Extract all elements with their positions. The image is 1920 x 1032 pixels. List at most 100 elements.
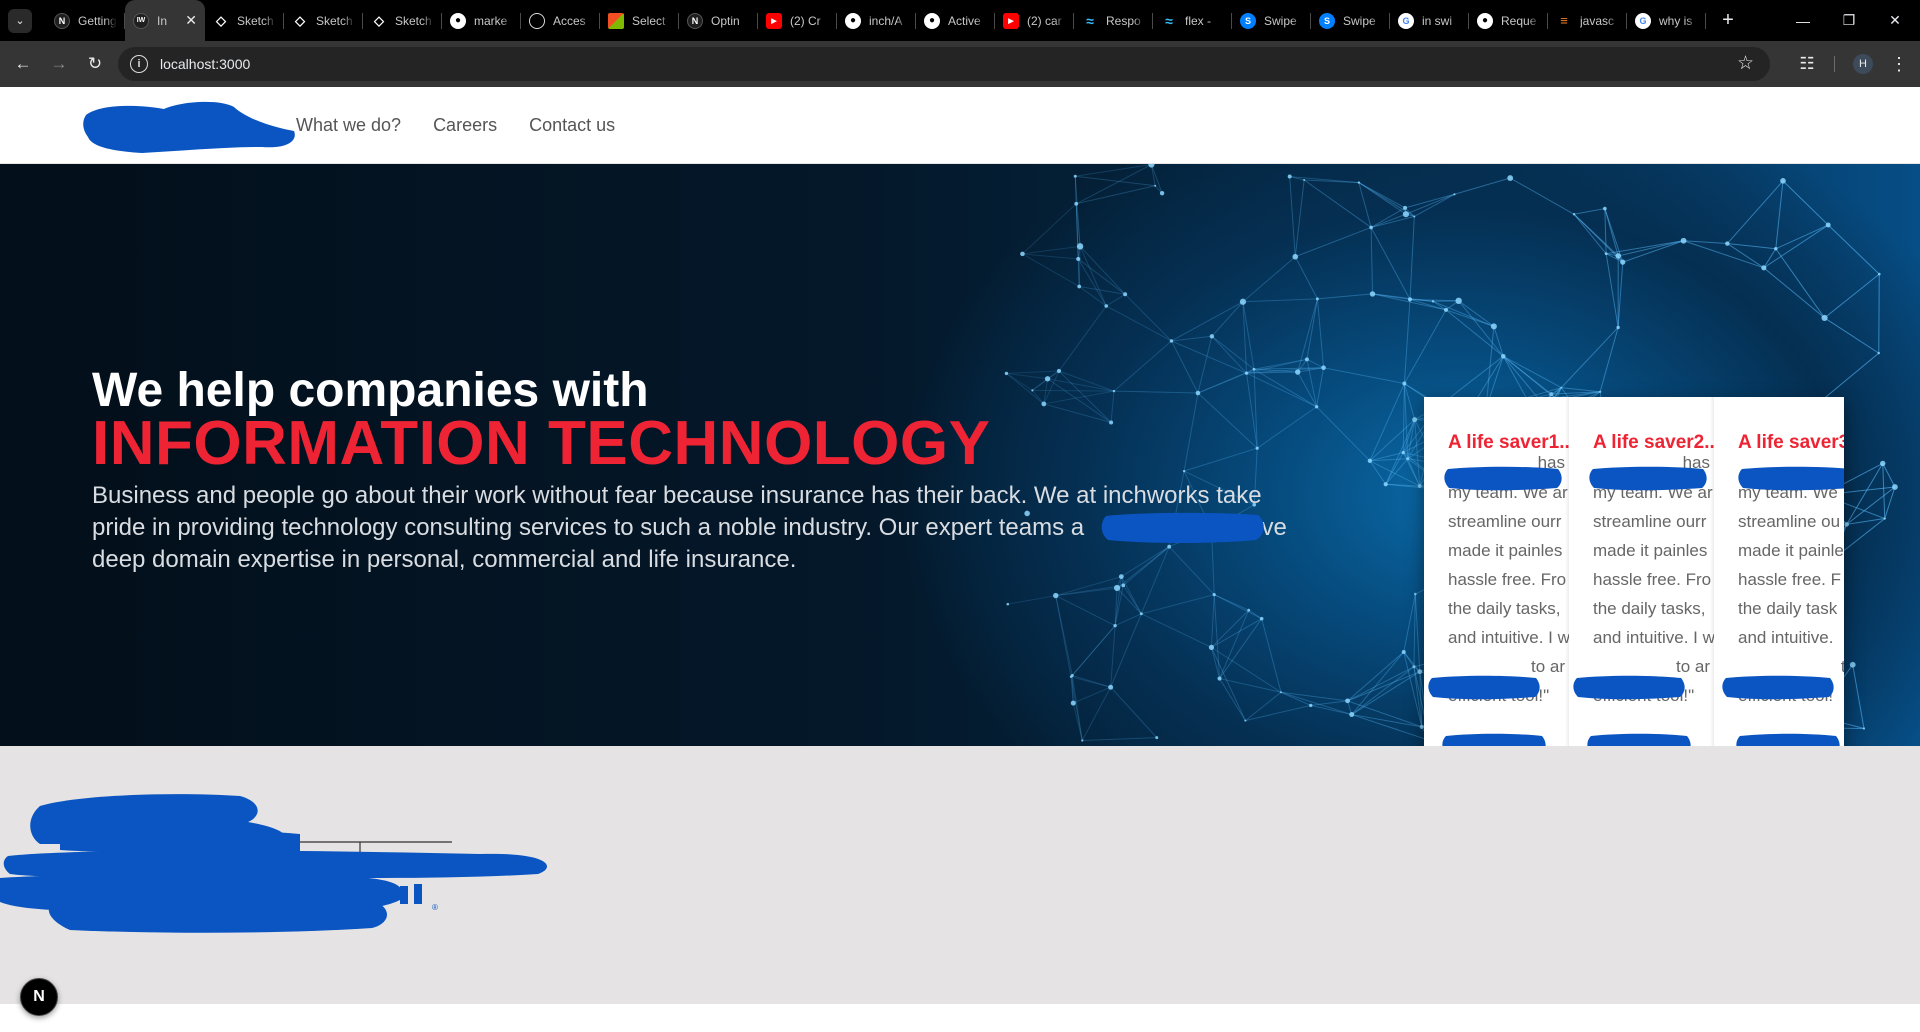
redacted-partner-logo: ® [0,794,548,933]
tab-title: Sketch [237,13,274,28]
grid-icon [608,12,624,29]
gem-icon: ◇ [216,12,226,28]
browser-tab[interactable]: Acces [521,0,600,41]
tab-title: Select [632,13,666,28]
browser-tab[interactable]: ≡ javasc [1548,0,1627,41]
tab-close-icon[interactable]: ✕ [185,12,197,29]
extensions-puzzle-icon[interactable]: ☷ [1792,41,1822,87]
hero-paragraph-line: Business and people go about their work … [92,482,1262,509]
site-info-icon[interactable]: i [130,55,148,73]
nav-link-careers[interactable]: Careers [433,115,497,136]
tab-title: Respo [1106,13,1141,28]
browser-tab[interactable]: Select [600,0,679,41]
browser-tab[interactable]: Gwhy is [1627,0,1706,41]
browser-tab[interactable]: N Getting [46,0,125,41]
testimonial-title: A life saver2... [1593,432,1714,453]
browser-tab[interactable]: Gin swi [1390,0,1469,41]
testimonial-text-line: made it painle [1738,541,1844,560]
browser-tab[interactable]: IW In ✕ [125,0,205,41]
browser-tab[interactable]: ◇ Sketch [363,0,442,41]
browser-toolbar: ← → ↻ i localhost:3000 ☆ ☷ H ⋮ [0,41,1920,87]
tab-title: in swi [1422,13,1453,28]
tab-title: Acces [553,13,586,28]
tab-title: (2) car [1027,13,1062,28]
testimonial-carousel[interactable]: A life saver1... has my team. We ar streaml… [1424,397,1844,746]
wave-icon: ≈ [1165,12,1173,29]
google-icon: G [1635,12,1651,29]
browser-tab[interactable]: ● Active [916,0,995,41]
testimonial-text-line: the daily tasks, [1593,599,1706,618]
main-nav: What we do? Careers Contact us [296,87,615,164]
tab-title: In [157,13,168,28]
browser-tab-strip: ⌄ N Getting IW In ✕ ◇ Sketch ◇ Sketch ◇ Sketch ● mar… [0,0,1920,41]
redaction-mark [1442,733,1546,746]
browser-tab[interactable]: ● Reque [1469,0,1548,41]
tab-title: javasc [1580,13,1615,28]
swiper-icon: S [1240,12,1256,29]
browser-tab[interactable]: ≈ flex - [1153,0,1232,41]
bookmark-star-icon[interactable]: ☆ [1737,52,1754,75]
back-arrow-icon[interactable]: ← [6,47,40,81]
browser-tab[interactable]: ≈ Respo [1074,0,1153,41]
favicon-icon: N [54,12,70,29]
stack-icon: ≡ [1560,13,1568,28]
tab-search-chevron-icon[interactable]: ⌄ [8,8,32,33]
restore-button[interactable]: ❐ [1826,0,1872,41]
hero-heading-line2: INFORMATION TECHNOLOGY [92,409,991,478]
testimonial-text-line: hassle free. Fro [1448,570,1567,589]
testimonial-title: A life saver1... [1448,432,1569,453]
tab-title: Sketch [395,13,432,28]
testimonial-card[interactable]: A life saver3 my team. We streamline ou mad… [1714,397,1844,746]
wave-icon: ≈ [1086,12,1094,29]
browser-tab[interactable]: S Swipe [1311,0,1390,41]
gem-icon: ◇ [374,12,384,28]
testimonial-text-line: made it painles [1593,541,1708,560]
nav-link-what-we-do[interactable]: What we do? [296,115,401,136]
browser-tab[interactable]: ▶ (2) car [995,0,1074,41]
testimonial-text-line: streamline ou [1738,512,1841,531]
reload-icon[interactable]: ↻ [78,47,112,81]
tab-title: flex - [1185,13,1212,28]
tab-title: Optin [711,13,740,28]
youtube-icon: ▶ [766,12,782,29]
github-icon: ● [845,12,861,29]
menu-kebab-icon[interactable]: ⋮ [1884,41,1914,87]
forward-arrow-icon[interactable]: → [42,47,76,81]
browser-tab[interactable]: ▶ (2) Cr [758,0,837,41]
profile-avatar[interactable]: H [1848,41,1878,87]
page-bottom-area [0,1004,1920,1032]
dev-tools-badge[interactable]: N [20,978,58,1016]
browser-tab[interactable]: ● marke [442,0,521,41]
new-tab-button[interactable]: + [1716,9,1740,32]
tab-title: Sketch [316,13,353,28]
hero-paragraph-text: pride in providing technology consulting… [92,514,1085,541]
github-icon: ● [450,12,466,29]
testimonial-text-line: hassle free. Fro [1593,570,1712,589]
address-bar[interactable]: i localhost:3000 ☆ [118,47,1770,81]
redaction-mark [1589,466,1707,491]
testimonial-title: A life saver3 [1738,432,1844,453]
redaction-mark [1444,466,1562,491]
testimonial-text-line: the daily task [1738,599,1838,618]
close-window-button[interactable]: ✕ [1872,0,1918,41]
redacted-logo[interactable] [82,97,297,153]
minimize-button[interactable]: — [1780,0,1826,41]
redaction-mark [1738,466,1844,491]
nav-link-contact-us[interactable]: Contact us [529,115,615,136]
testimonial-text-line: streamline ourr [1448,512,1562,531]
svg-text:®: ® [432,903,438,912]
testimonial-text-line: streamline ourr [1593,512,1707,531]
browser-tab[interactable]: ◇ Sketch [284,0,363,41]
tab-title: Getting [78,13,117,28]
globe-icon [529,12,545,29]
testimonial-card[interactable]: A life saver1... has my team. We ar streaml… [1424,397,1569,746]
testimonial-text-line: to [1840,657,1844,676]
tab-list: N Getting IW In ✕ ◇ Sketch ◇ Sketch ◇ Sketch ● marke… [46,0,1706,41]
testimonial-card[interactable]: A life saver2... has my team. We ar streaml… [1569,397,1714,746]
tab-title: Swipe [1264,13,1297,28]
browser-tab[interactable]: N Optin [679,0,758,41]
browser-tab[interactable]: ◇ Sketch [205,0,284,41]
browser-tab[interactable]: ● inch/A [837,0,916,41]
browser-tab[interactable]: S Swipe [1232,0,1311,41]
address-url[interactable]: localhost:3000 [160,56,250,72]
